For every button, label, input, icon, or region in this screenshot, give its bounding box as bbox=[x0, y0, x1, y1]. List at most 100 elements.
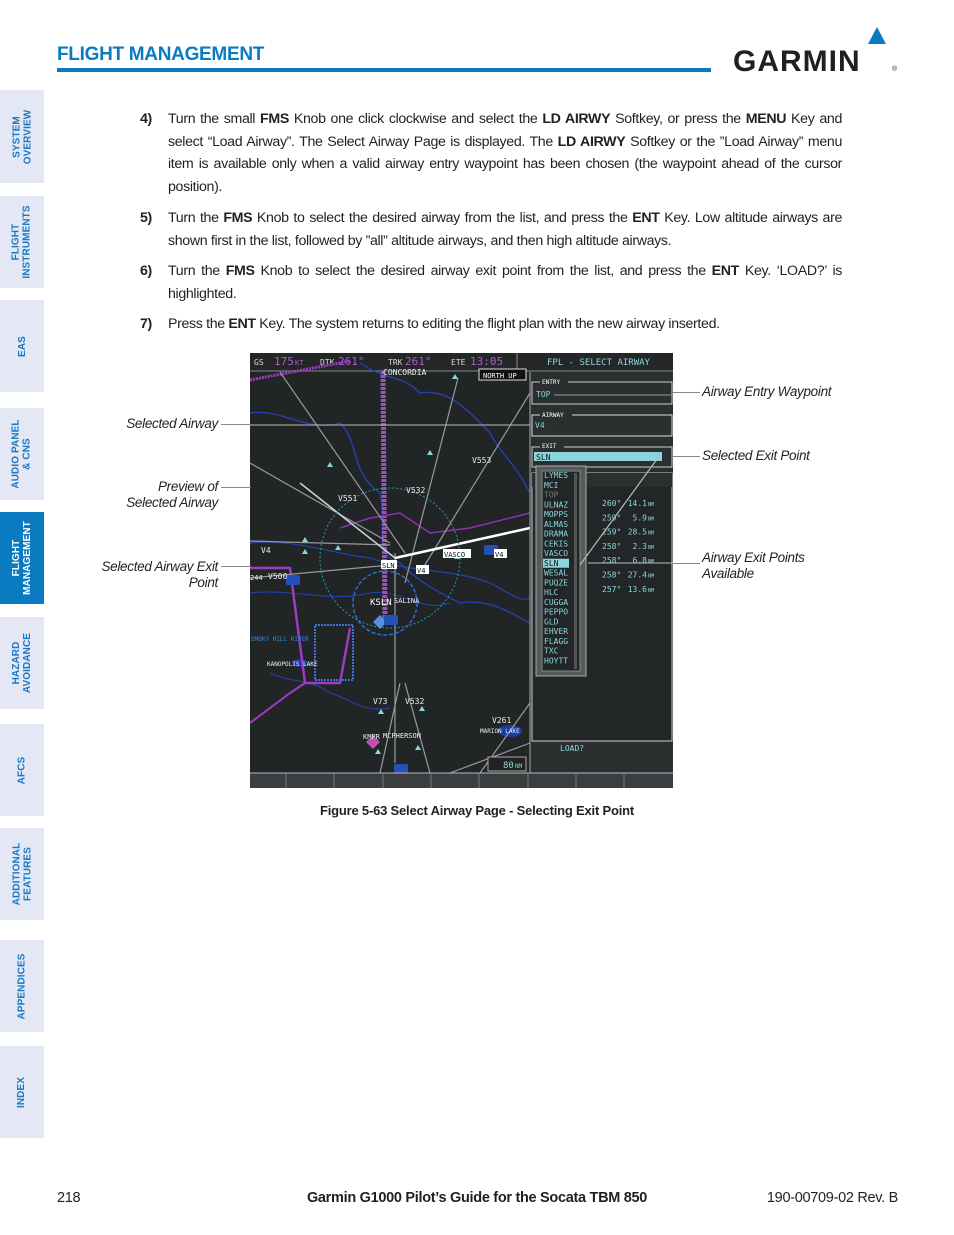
svg-text:V4: V4 bbox=[261, 546, 271, 555]
callout-preview: Preview of Selected Airway bbox=[126, 479, 218, 510]
load-prompt: LOAD? bbox=[560, 744, 584, 753]
step-7: 7) Press the ENT Key. The system returns … bbox=[140, 316, 720, 332]
chapter-tab-label: ADDITIONAL FEATURES bbox=[11, 842, 34, 906]
chapter-tab-label: AUDIO PANEL & CNS bbox=[11, 419, 33, 489]
svg-text:EXIT: EXIT bbox=[542, 443, 557, 450]
svg-text:V551: V551 bbox=[338, 494, 357, 503]
waypoint-list-item[interactable]: SLN bbox=[544, 559, 559, 568]
svg-text:KSLN: KSLN bbox=[370, 598, 392, 608]
leg-dtk: 258° bbox=[602, 571, 621, 580]
callout-selected-exit: Selected Exit Point bbox=[702, 448, 810, 463]
entry-waypoint: TOP bbox=[536, 390, 551, 399]
waypoint-list-item[interactable]: CEKIS bbox=[544, 539, 568, 548]
chapter-tab-index[interactable]: INDEX bbox=[0, 1046, 44, 1138]
callout-exit-point: Selected Airway Exit Point bbox=[101, 559, 218, 590]
chapter-tab-label: HAZARD AVOIDANCE bbox=[11, 632, 34, 694]
waypoint-list-item[interactable]: MCI bbox=[544, 481, 559, 490]
chapter-tab-label: SYSTEM OVERVIEW bbox=[11, 109, 33, 164]
waypoint-list-item[interactable]: ULNAZ bbox=[544, 500, 568, 509]
leg-unit: NM bbox=[648, 516, 654, 522]
chapter-tab-additional-features[interactable]: ADDITIONAL FEATURES bbox=[0, 828, 44, 920]
chapter-tab-appendices[interactable]: APPENDICES bbox=[0, 940, 44, 1032]
svg-text:MCPHERSON: MCPHERSON bbox=[383, 732, 421, 740]
lead-exit-point bbox=[221, 566, 251, 567]
svg-text:TRK: TRK bbox=[388, 358, 403, 367]
svg-text:KMPR: KMPR bbox=[363, 733, 381, 741]
svg-text:13:05: 13:05 bbox=[470, 355, 503, 368]
svg-text:AIRWAY: AIRWAY bbox=[542, 412, 564, 419]
section-title: FLIGHT MANAGEMENT bbox=[57, 44, 265, 65]
chapter-tab-eas[interactable]: EAS bbox=[0, 300, 44, 392]
leg-distance: 13.6 bbox=[628, 585, 647, 594]
waypoint-list-item[interactable]: TXC bbox=[544, 647, 559, 656]
waypoint-list-item[interactable]: ALMAS bbox=[544, 520, 568, 529]
leg-dtk: 258° bbox=[602, 542, 621, 551]
svg-text:SALINA: SALINA bbox=[394, 597, 420, 605]
chapter-tab-hazard-avoidance[interactable]: HAZARD AVOIDANCE bbox=[0, 617, 44, 709]
waypoint-list-item[interactable]: HLC bbox=[544, 588, 559, 597]
leg-unit: NM bbox=[648, 588, 654, 594]
callout-exit-points: Airway Exit Points Available bbox=[702, 550, 805, 581]
select-airway-panel: ENTRY TOP AIRWAY V4 EXIT SLN LYMESMCITOP… bbox=[529, 372, 673, 773]
svg-text:SLN: SLN bbox=[382, 562, 395, 570]
svg-text:KT: KT bbox=[295, 359, 304, 367]
garmin-wordmark: GARMIN bbox=[733, 45, 861, 75]
map-range: 80 bbox=[503, 761, 514, 771]
callout-entry-waypoint: Airway Entry Waypoint bbox=[702, 384, 832, 399]
svg-text:ETE: ETE bbox=[451, 358, 466, 367]
waypoint-list-item[interactable]: WESAL bbox=[544, 569, 568, 578]
svg-text:MARION LAKE: MARION LAKE bbox=[480, 728, 520, 735]
svg-text:V4: V4 bbox=[495, 551, 503, 559]
leg-dtk: 259° bbox=[602, 528, 621, 537]
chapter-tab-audio-panel-cns[interactable]: AUDIO PANEL & CNS bbox=[0, 408, 44, 500]
leg-dtk: 258° bbox=[602, 556, 621, 565]
waypoint-list-item[interactable]: PUQZE bbox=[544, 578, 568, 587]
waypoint-list-item[interactable]: GLD bbox=[544, 617, 559, 626]
waypoint-list-item[interactable]: MOPPS bbox=[544, 510, 568, 519]
svg-text:®: ® bbox=[892, 65, 898, 73]
lead-entry bbox=[673, 392, 700, 393]
svg-text:V532: V532 bbox=[405, 697, 424, 706]
chapter-tab-flight-instruments[interactable]: FLIGHT INSTRUMENTS bbox=[0, 196, 44, 288]
leg-distance: 27.4 bbox=[628, 571, 647, 580]
svg-text:VASCO: VASCO bbox=[444, 551, 465, 559]
waypoint-list-item[interactable]: PEPPO bbox=[544, 608, 568, 617]
garmin-logo: GARMIN ® bbox=[733, 27, 898, 75]
waypoint-list-item[interactable]: FLAGG bbox=[544, 637, 568, 646]
waypoint-list-item[interactable]: CUGGA bbox=[544, 598, 568, 607]
svg-text:SMOKY HILL RIVER: SMOKY HILL RIVER bbox=[251, 636, 309, 643]
leg-unit: NM bbox=[648, 545, 654, 551]
step-5: 5) Turn the FMS Knob to select the desire… bbox=[140, 210, 842, 249]
svg-text:244: 244 bbox=[250, 574, 263, 582]
waypoint-list-item[interactable]: DRAMA bbox=[544, 530, 568, 539]
leg-distance: 28.5 bbox=[628, 528, 647, 537]
svg-text:175: 175 bbox=[274, 355, 294, 368]
waypoint-list-item[interactable]: HOYTT bbox=[544, 656, 568, 665]
chapter-tab-system-overview[interactable]: SYSTEM OVERVIEW bbox=[0, 90, 44, 183]
callout-selected-airway: Selected Airway bbox=[126, 416, 218, 431]
leg-unit: NM bbox=[648, 559, 654, 565]
chapter-tab-label: EAS bbox=[16, 335, 28, 357]
leg-unit: NM bbox=[648, 502, 654, 508]
header-rule bbox=[57, 68, 711, 72]
lead-selected-airway bbox=[221, 424, 251, 425]
selected-airway: V4 bbox=[535, 421, 545, 430]
doc-number: 190-00709-02 Rev. B bbox=[766, 1190, 898, 1206]
map-view: CONCORDIA V553 V532 V551 V4 244 V500 KSL… bbox=[250, 359, 531, 774]
lead-preview bbox=[221, 487, 251, 488]
chapter-tab-flight-management[interactable]: FLIGHT MANAGEMENT bbox=[0, 512, 44, 604]
svg-text:V4: V4 bbox=[417, 567, 425, 575]
svg-text:GS: GS bbox=[254, 358, 264, 367]
exit-waypoint: SLN bbox=[536, 453, 551, 462]
lead-exit-points bbox=[673, 563, 700, 564]
waypoint-list-item[interactable]: TOP bbox=[544, 491, 559, 500]
leg-distance: 14.1 bbox=[628, 499, 647, 508]
svg-text:261°: 261° bbox=[405, 355, 432, 368]
waypoint-list-item[interactable]: LYMES bbox=[544, 471, 568, 480]
waypoint-list-item[interactable]: EHVER bbox=[544, 627, 568, 636]
waypoint-list-item[interactable]: VASCO bbox=[544, 549, 568, 558]
svg-text:V553: V553 bbox=[472, 456, 491, 465]
leg-dtk: 257° bbox=[602, 585, 621, 594]
svg-text:V532: V532 bbox=[406, 486, 425, 495]
chapter-tab-label: APPENDICES bbox=[16, 952, 28, 1020]
